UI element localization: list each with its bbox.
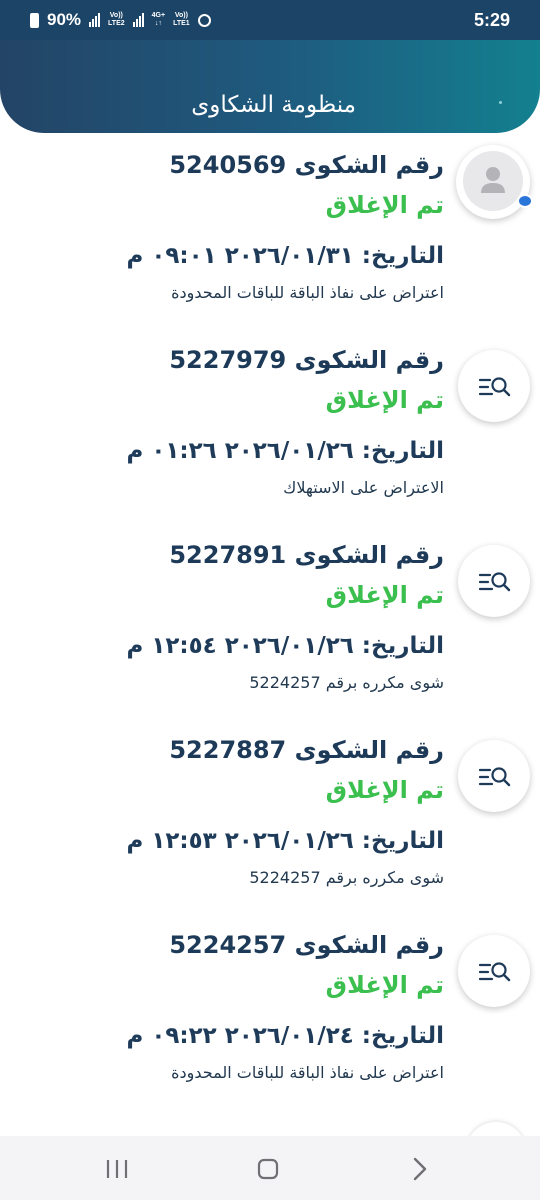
complaint-description: الاعتراض على الاستهلاك: [283, 478, 444, 497]
home-icon[interactable]: [248, 1154, 288, 1184]
sim1-network-type: 4G+ ↓↑: [151, 12, 166, 27]
complaint-number: رقم الشكوى 5240569: [169, 151, 444, 179]
notification-badge: [517, 194, 533, 208]
search-list-icon: [479, 377, 511, 397]
complaint-card[interactable]: رقم الشكوى 5227887 تم الإغلاق التاريخ: ٢…: [0, 718, 540, 908]
status-bar: 90% Vo)) LTE2 4G+ ↓↑ Vo)) LTE1 5:29: [0, 0, 540, 40]
header-dot: [499, 101, 502, 104]
status-time: 5:29: [473, 9, 510, 30]
complaint-status: تم الإغلاق: [325, 581, 444, 609]
signal-icon: [89, 13, 101, 27]
search-list-icon: [479, 767, 511, 787]
complaint-number: رقم الشكوى 5227887: [169, 736, 444, 764]
complaint-card[interactable]: رقم الشكوى 5240569 تم الإغلاق التاريخ: ٢…: [0, 133, 540, 323]
search-list-icon: [479, 572, 511, 592]
complaint-card[interactable]: رقم الشكوى 5224257 تم الإغلاق التاريخ: ٢…: [0, 913, 540, 1103]
avatar[interactable]: [456, 145, 533, 219]
page-title: منظومة الشكاوى: [191, 92, 356, 118]
view-complaint-button[interactable]: [458, 740, 530, 812]
complaint-card[interactable]: رقم الشكوى 5227891 تم الإغلاق التاريخ: ٢…: [0, 523, 540, 713]
complaint-description: شوى مكرره برقم 5224257: [249, 673, 444, 692]
sim1-network-label: Vo)) LTE1: [173, 12, 190, 27]
app-header: منظومة الشكاوى: [0, 40, 540, 133]
sim2-network-label: Vo)) LTE2: [108, 12, 125, 27]
complaint-status: تم الإغلاق: [325, 191, 444, 219]
battery-level: 90%: [47, 10, 82, 29]
complaint-description: شوى مكرره برقم 5224257: [249, 868, 444, 887]
complaint-status: تم الإغلاق: [325, 971, 444, 999]
complaint-description: اعتراض على نفاذ الباقة للباقات المحدودة: [171, 283, 444, 302]
complaint-date: التاريخ: ٢٠٢٦/٠١/٢٦ ٠١:٢٦ م: [126, 438, 444, 464]
view-complaint-button[interactable]: [458, 545, 530, 617]
complaint-date: التاريخ: ٢٠٢٦/٠١/٢٤ ٠٩:٢٢ م: [126, 1023, 444, 1049]
complaint-date: التاريخ: ٢٠٢٦/٠١/٢٦ ١٢:٥٤ م: [126, 633, 444, 659]
battery-icon: [30, 12, 39, 28]
alarm-icon: [197, 13, 211, 27]
complaint-date: التاريخ: ٢٠٢٦/٠١/٣١ ٠٩:٠١ م: [126, 243, 444, 269]
complaint-number: رقم الشكوى 5224257: [169, 931, 444, 959]
view-complaint-button[interactable]: [458, 935, 530, 1007]
navigation-bar: [0, 1136, 540, 1200]
signal-icon: [132, 13, 144, 27]
complaint-number: رقم الشكوى 5227891: [169, 541, 444, 569]
complaint-status: تم الإغلاق: [325, 776, 444, 804]
recent-apps-icon[interactable]: [97, 1154, 137, 1184]
complaint-number: رقم الشكوى 5227979: [169, 346, 444, 374]
avatar-icon: [463, 151, 523, 211]
complaint-date: التاريخ: ٢٠٢٦/٠١/٢٦ ١٢:٥٣ م: [126, 828, 444, 854]
complaint-status: تم الإغلاق: [325, 386, 444, 414]
search-list-icon: [479, 962, 511, 982]
back-icon[interactable]: [400, 1154, 440, 1184]
complaint-description: اعتراض على نفاذ الباقة للباقات المحدودة: [171, 1063, 444, 1082]
view-complaint-button[interactable]: [458, 350, 530, 422]
complaint-card[interactable]: رقم الشكوى 5227979 تم الإغلاق التاريخ: ٢…: [0, 328, 540, 518]
status-indicators: 90% Vo)) LTE2 4G+ ↓↑ Vo)) LTE1: [30, 10, 211, 30]
